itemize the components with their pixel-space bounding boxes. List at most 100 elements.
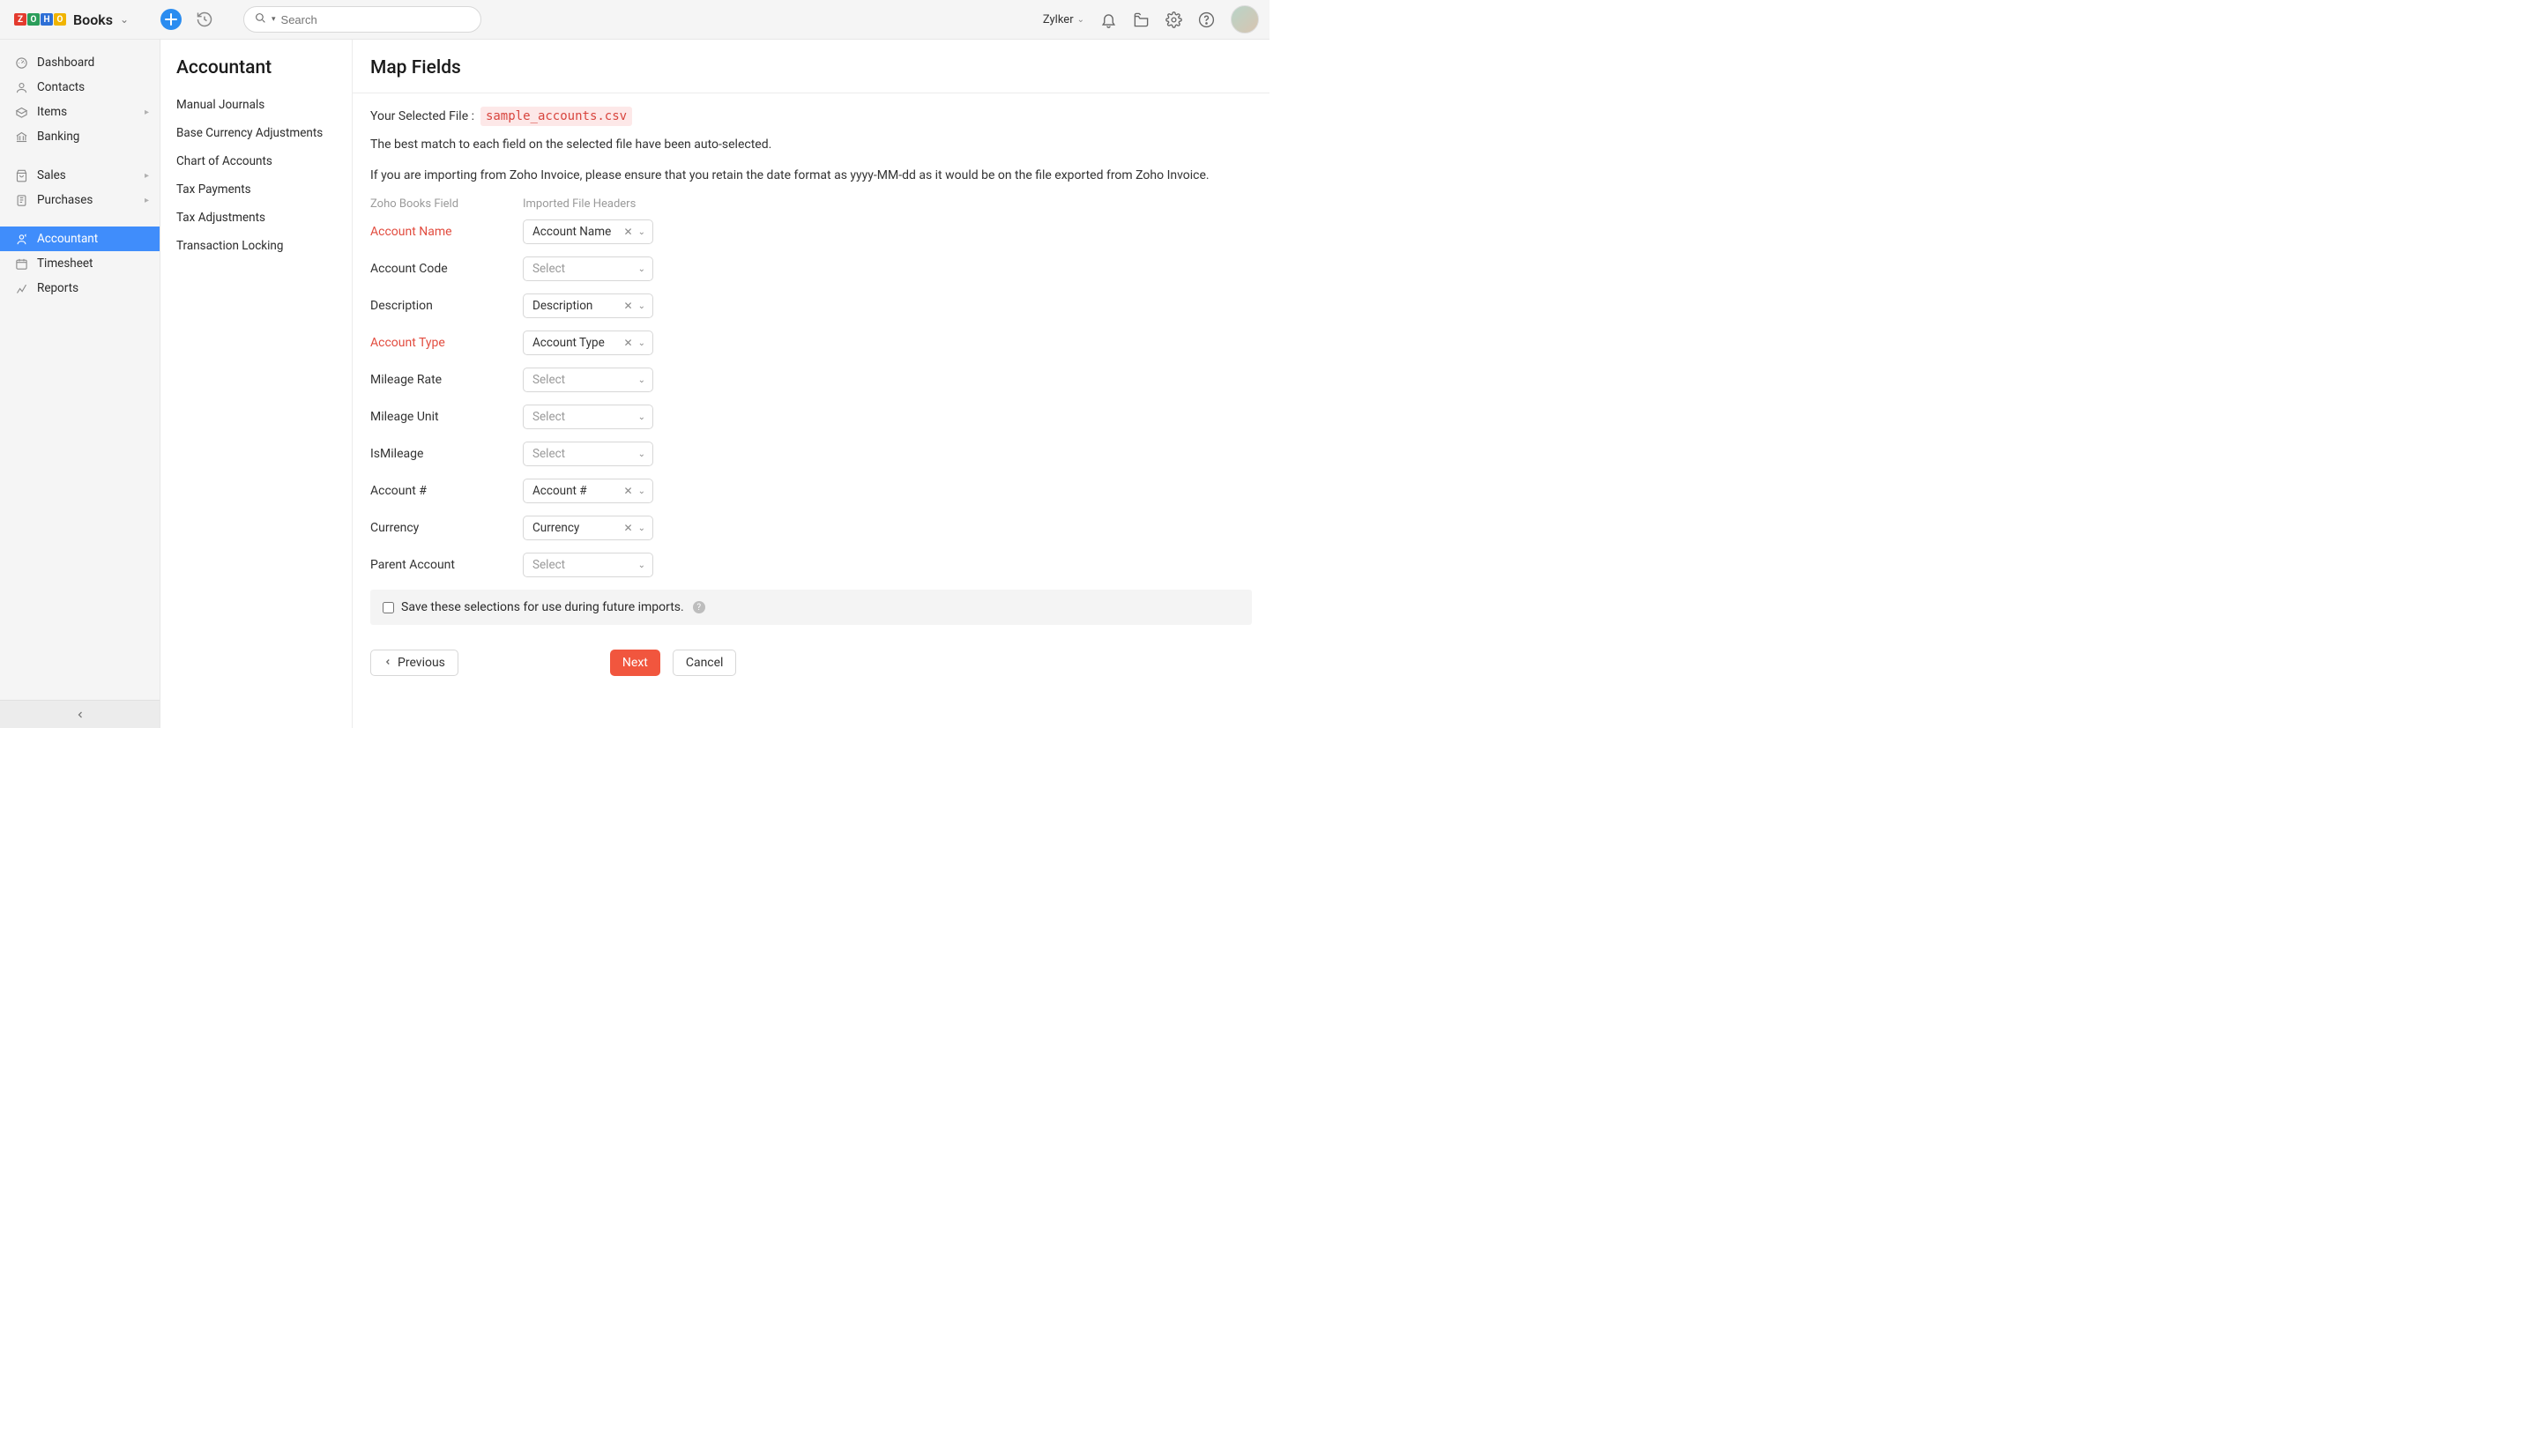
field-mapping-select[interactable]: Select⌄	[523, 405, 653, 429]
zoho-logo-icon: Z O H O	[14, 13, 66, 26]
org-name: Zylker	[1043, 13, 1074, 26]
save-selection-row: Save these selections for use during fut…	[370, 590, 1252, 625]
field-label: Account Code	[370, 262, 523, 276]
nav-item-label: Dashboard	[37, 56, 94, 70]
selected-file-line: Your Selected File : sample_accounts.csv	[370, 109, 1252, 123]
chevron-down-icon: ⌄	[120, 13, 129, 26]
previous-button-label: Previous	[398, 656, 445, 670]
subnav-item[interactable]: Base Currency Adjustments	[160, 119, 352, 147]
field-mapping-select[interactable]: Account Type ✕ ⌄	[523, 331, 653, 355]
settings-button[interactable]	[1165, 11, 1182, 28]
hint-date-format: If you are importing from Zoho Invoice, …	[370, 167, 1252, 185]
page-header: Map Fields	[353, 40, 1270, 93]
previous-button[interactable]: Previous	[370, 650, 458, 676]
field-row: Mileage UnitSelect⌄	[370, 405, 1252, 429]
field-mapping-select[interactable]: Select ⌄	[523, 553, 653, 577]
notifications-button[interactable]	[1100, 11, 1117, 28]
nav-item-timesheet[interactable]: Timesheet	[0, 251, 160, 276]
clear-icon[interactable]: ✕	[624, 485, 633, 497]
select-value: Account Type	[532, 336, 619, 350]
column-header-zoho-field: Zoho Books Field	[370, 197, 523, 211]
nav-item-items[interactable]: Items▸	[0, 100, 160, 124]
select-value: Select	[532, 558, 633, 572]
selected-file-label: Your Selected File :	[370, 109, 474, 123]
search-input[interactable]	[281, 13, 470, 26]
chevron-down-icon: ⌄	[638, 524, 645, 533]
next-button-label: Next	[622, 656, 648, 670]
chevron-down-icon: ⌄	[638, 338, 645, 348]
subnav-item[interactable]: Tax Adjustments	[160, 204, 352, 232]
hint-autoselect: The best match to each field on the sele…	[370, 136, 1252, 154]
clear-icon[interactable]: ✕	[624, 522, 633, 534]
clear-icon[interactable]: ✕	[624, 337, 633, 349]
field-row: Account NameAccount Name✕⌄	[370, 219, 1252, 244]
clear-icon[interactable]: ✕	[624, 300, 633, 312]
contacts-icon	[14, 80, 28, 94]
chevron-down-icon: ⌄	[638, 561, 645, 570]
nav-item-accountant[interactable]: Accountant	[0, 227, 160, 251]
field-mapping-select[interactable]: Select⌄	[523, 368, 653, 392]
nav-item-contacts[interactable]: Contacts	[0, 75, 160, 100]
field-label: Parent Account	[370, 558, 523, 572]
selected-file-name: sample_accounts.csv	[480, 107, 632, 126]
nav-item-sales[interactable]: Sales▸	[0, 163, 160, 188]
action-buttons: Previous Next Cancel	[370, 650, 1252, 676]
main-nav: DashboardContactsItems▸BankingSales▸Purc…	[0, 40, 160, 728]
reports-icon	[14, 281, 28, 295]
field-row: Currency Currency ✕ ⌄	[370, 516, 1252, 540]
subnav-item[interactable]: Manual Journals	[160, 91, 352, 119]
save-selection-checkbox[interactable]	[383, 602, 394, 613]
select-value: Select	[532, 373, 633, 387]
help-button[interactable]	[1198, 11, 1215, 28]
sub-nav-title: Accountant	[160, 57, 352, 91]
select-value: Currency	[532, 521, 619, 535]
top-bar: Z O H O Books ⌄ ▾ Zylker ⌄	[0, 0, 1270, 40]
global-search[interactable]: ▾	[243, 6, 481, 33]
field-mapping-select[interactable]: Select⌄	[523, 442, 653, 466]
nav-item-label: Reports	[37, 281, 78, 295]
subnav-item[interactable]: Tax Payments	[160, 175, 352, 204]
brand-switcher[interactable]: Z O H O Books ⌄	[14, 11, 160, 28]
field-label: Description	[370, 299, 523, 313]
collapse-nav-button[interactable]	[0, 700, 160, 728]
field-mapping-select[interactable]: Account Name✕⌄	[523, 219, 653, 244]
nav-item-label: Banking	[37, 130, 79, 144]
field-mapping-select[interactable]: Account #✕⌄	[523, 479, 653, 503]
documents-button[interactable]	[1133, 11, 1150, 28]
subnav-item[interactable]: Transaction Locking	[160, 232, 352, 260]
subnav-item[interactable]: Chart of Accounts	[160, 147, 352, 175]
nav-item-purchases[interactable]: Purchases▸	[0, 188, 160, 212]
field-row: Parent Account Select ⌄	[370, 553, 1252, 577]
help-tooltip-icon[interactable]: ?	[693, 601, 705, 613]
field-mapping-select[interactable]: Select⌄	[523, 256, 653, 281]
field-mapping-select[interactable]: Currency ✕ ⌄	[523, 516, 653, 540]
chevron-down-icon: ⌄	[1077, 15, 1084, 25]
banking-icon	[14, 130, 28, 144]
nav-item-label: Accountant	[37, 232, 98, 246]
select-value: Select	[532, 410, 633, 424]
items-icon	[14, 105, 28, 119]
field-mapping-select[interactable]: Description✕⌄	[523, 293, 653, 318]
search-scope-caret-icon[interactable]: ▾	[272, 15, 276, 24]
field-label: Account #	[370, 484, 523, 498]
recent-history-button[interactable]	[196, 11, 213, 28]
nav-item-label: Sales	[37, 168, 66, 182]
field-row: DescriptionDescription✕⌄	[370, 293, 1252, 318]
nav-item-dashboard[interactable]: Dashboard	[0, 50, 160, 75]
user-avatar[interactable]	[1231, 5, 1259, 33]
nav-item-reports[interactable]: Reports	[0, 276, 160, 301]
field-row: Mileage RateSelect⌄	[370, 368, 1252, 392]
field-row: Account TypeAccount Type ✕ ⌄	[370, 331, 1252, 355]
next-button[interactable]: Next	[610, 650, 660, 676]
clear-icon[interactable]: ✕	[624, 226, 633, 238]
field-row: IsMileageSelect⌄	[370, 442, 1252, 466]
org-switcher[interactable]: Zylker ⌄	[1043, 13, 1084, 26]
nav-item-banking[interactable]: Banking	[0, 124, 160, 149]
purchases-icon	[14, 193, 28, 207]
cancel-button[interactable]: Cancel	[673, 650, 737, 676]
field-label: Currency	[370, 521, 523, 535]
quick-create-button[interactable]	[160, 9, 182, 30]
nav-item-label: Purchases	[37, 193, 93, 207]
chevron-down-icon: ⌄	[638, 227, 645, 237]
dashboard-icon	[14, 56, 28, 70]
